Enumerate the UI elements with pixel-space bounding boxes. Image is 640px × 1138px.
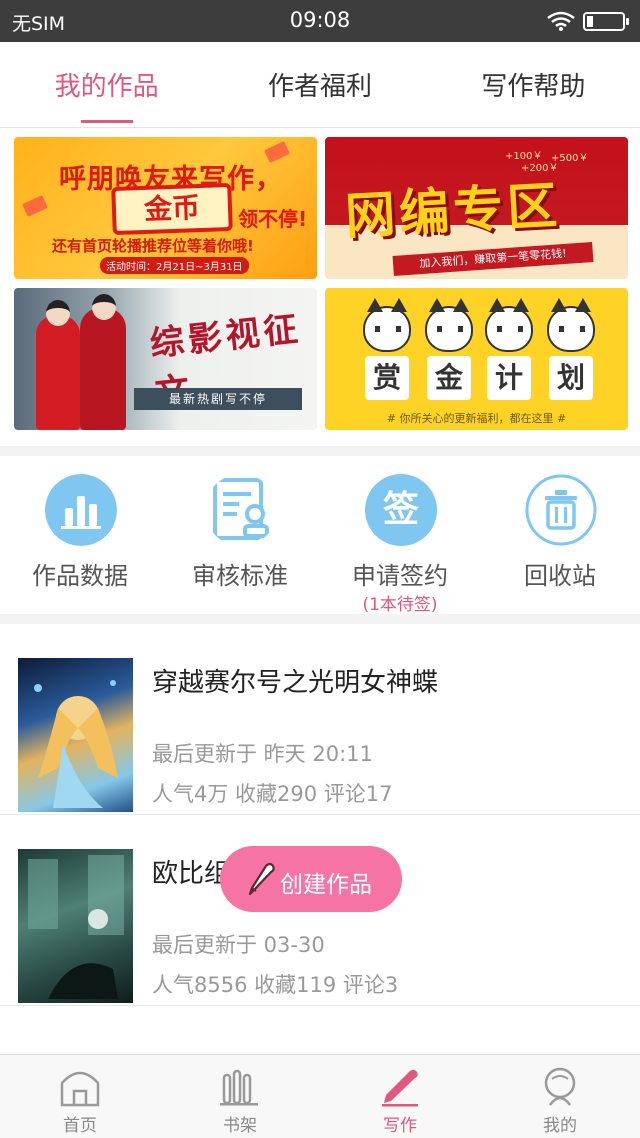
work-title: 穿越赛尔号之光明女神蝶 [152, 668, 439, 698]
bookshelf-icon [220, 1069, 258, 1106]
cat-illustration [547, 298, 595, 352]
bottom-nav: 首页 书架 写作 我的 [0, 1054, 640, 1138]
write-icon [382, 1069, 418, 1107]
work-updated: 最后更新于 03-30 [152, 933, 325, 957]
work-updated: 最后更新于 昨天 20:11 [152, 742, 373, 766]
bounty-sign: 划 [549, 356, 593, 400]
status-bar: 无SIM 09:08 [0, 0, 640, 42]
banner-invite-big-text: 金币 [143, 191, 201, 226]
banner-bounty-plan[interactable]: 赏 金 计 划 # 你所关心的更新福利，都在这里 # [325, 288, 628, 430]
book-cover [18, 658, 133, 812]
menu-recycle-bin-label: 回收站 [524, 562, 596, 590]
banner-bounty-note: # 你所关心的更新福利，都在这里 # [386, 412, 567, 425]
section-divider [0, 614, 640, 624]
banner-contest-sub: 最新热剧写不停 [134, 388, 302, 410]
character-illustration [80, 308, 126, 430]
menu-recycle-bin[interactable]: 回收站 [480, 456, 640, 614]
menu-apply-contract[interactable]: 签 申请签约 (1本待签) [320, 456, 480, 615]
cat-illustration [485, 298, 533, 352]
bounty-sign: 赏 [365, 356, 409, 400]
character-head [92, 294, 116, 320]
top-tabs: 我的作品 作者福利 写作帮助 [0, 42, 640, 128]
cat-illustration [425, 298, 473, 352]
banner-drama-contest[interactable]: 综影视征文 最新热剧写不停 [14, 288, 317, 430]
banner-invite-coin-box: 金币 [111, 182, 233, 236]
work-stats: 人气8556 收藏119 评论3 [152, 973, 399, 997]
tab-my-works[interactable]: 我的作品 [0, 42, 213, 127]
nav-write[interactable]: 写作 [320, 1055, 480, 1138]
nav-write-label: 写作 [383, 1116, 417, 1136]
work-stats: 人气4万 收藏290 评论17 [152, 782, 393, 806]
home-icon [60, 1071, 100, 1107]
cat-illustration [363, 298, 411, 352]
nav-home[interactable]: 首页 [0, 1055, 160, 1138]
works-list: 穿越赛尔号之光明女神蝶 最后更新于 昨天 20:11 人气4万 收藏290 评论… [0, 624, 640, 1006]
nav-profile[interactable]: 我的 [480, 1055, 640, 1138]
cover-illustration [34, 680, 118, 808]
menu-works-data-label: 作品数据 [32, 562, 128, 590]
nav-bookshelf-label: 书架 [223, 1116, 257, 1136]
tab-writing-help[interactable]: 写作帮助 [427, 42, 640, 127]
character-head [46, 300, 70, 326]
banner-editor-sub: 加入我们，赚取第一笔零花钱! [392, 242, 594, 276]
sign-icon: 签 [365, 474, 437, 546]
nav-bookshelf[interactable]: 书架 [160, 1055, 320, 1138]
trash-icon [525, 474, 597, 546]
profile-icon [544, 1067, 576, 1106]
list-item[interactable]: 穿越赛尔号之光明女神蝶 最后更新于 昨天 20:11 人气4万 收藏290 评论… [0, 624, 640, 815]
menu-works-data[interactable]: 作品数据 [0, 456, 160, 614]
bounty-sign: 计 [487, 356, 531, 400]
nav-profile-label: 我的 [543, 1116, 577, 1136]
battery-icon [583, 12, 629, 31]
review-doc-icon [213, 478, 269, 540]
quick-menu: 作品数据 审核标准 签 申请签约 (1本待签) 回收站 [0, 456, 640, 615]
bar-chart-icon [45, 474, 117, 546]
work-title: 欧比组 [152, 859, 231, 889]
banner-invite-date: 活动时间：2月21日~3月31日 [100, 257, 249, 274]
banner-invite-friends[interactable]: 呼朋唤友来写作， 金币 领不停! 还有首页轮播推荐位等着你哦! 活动时间：2月2… [14, 137, 317, 279]
menu-review-standards[interactable]: 审核标准 [160, 456, 320, 614]
banner-editor-zone[interactable]: +100￥ +500￥ +200￥ 网编专区 加入我们，赚取第一笔零花钱! [325, 137, 628, 279]
book-cover [18, 849, 133, 1003]
section-divider [0, 446, 640, 456]
banner-grid: 呼朋唤友来写作， 金币 领不停! 还有首页轮播推荐位等着你哦! 活动时间：2月2… [0, 128, 640, 446]
bounty-sign: 金 [427, 356, 471, 400]
create-work-button[interactable]: 创建作品 [220, 846, 402, 912]
tab-author-benefits[interactable]: 作者福利 [213, 42, 426, 127]
nav-home-label: 首页 [63, 1116, 97, 1136]
pencil-icon [248, 862, 275, 896]
banner-invite-line2: 还有首页轮播推荐位等着你哦! [52, 237, 254, 255]
menu-apply-contract-label: 申请签约 [352, 562, 448, 590]
menu-review-standards-label: 审核标准 [192, 562, 288, 590]
wifi-icon [547, 11, 575, 31]
character-illustration [36, 316, 80, 430]
create-work-label: 创建作品 [280, 872, 372, 898]
cover-illustration [28, 855, 124, 999]
pending-contract-count: (1本待签) [362, 595, 438, 615]
coin-decoration [22, 195, 48, 217]
clock: 09:08 [289, 8, 351, 32]
banner-editor-title: 网编专区 [343, 176, 563, 246]
banner-invite-tail: 领不停! [238, 207, 308, 231]
